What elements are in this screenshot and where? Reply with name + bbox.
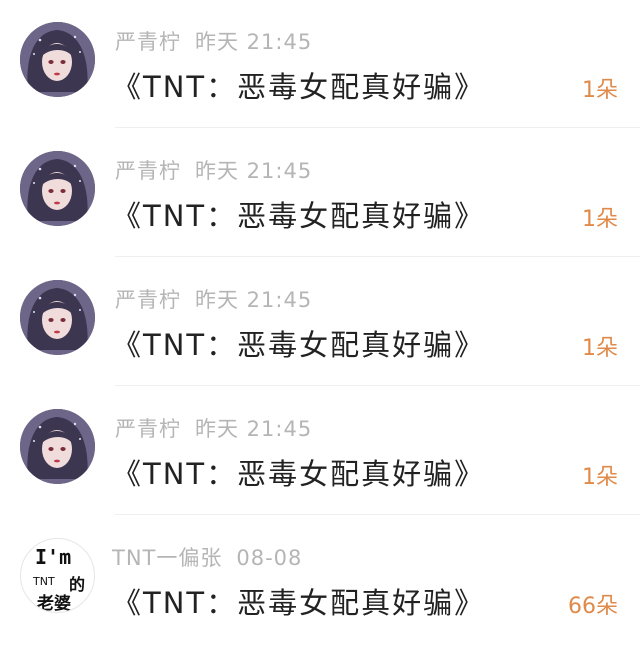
avatar[interactable] <box>20 409 95 484</box>
avatar[interactable]: I'm TNT 的 老婆 <box>20 538 95 613</box>
book-title[interactable]: 《TNT：恶毒女配真好骗》 <box>112 193 485 235</box>
list-item[interactable]: 严青柠 昨天 21:45 《TNT：恶毒女配真好骗》 1朵 <box>0 129 640 257</box>
user-name[interactable]: 严青柠 <box>115 30 181 54</box>
gift-count: 1朵 <box>582 78 618 103</box>
gift-count: 66朵 <box>568 594 618 619</box>
timestamp: 08-08 <box>236 546 303 570</box>
item-meta: 严青柠 昨天 21:45 <box>115 26 312 56</box>
user-name[interactable]: TNT一偏张 <box>112 546 222 570</box>
item-meta: 严青柠 昨天 21:45 <box>115 155 312 185</box>
avatar[interactable] <box>20 280 95 355</box>
book-title[interactable]: 《TNT：恶毒女配真好骗》 <box>112 580 485 622</box>
book-title[interactable]: 《TNT：恶毒女配真好骗》 <box>112 64 485 106</box>
book-title[interactable]: 《TNT：恶毒女配真好骗》 <box>112 451 485 493</box>
gift-count: 1朵 <box>582 336 618 361</box>
book-title[interactable]: 《TNT：恶毒女配真好骗》 <box>112 322 485 364</box>
timestamp: 昨天 21:45 <box>195 30 313 54</box>
user-name[interactable]: 严青柠 <box>115 288 181 312</box>
list-item[interactable]: 严青柠 昨天 21:45 《TNT：恶毒女配真好骗》 1朵 <box>0 0 640 128</box>
divider <box>115 514 640 515</box>
avatar-text-line2: TNT <box>33 575 55 588</box>
divider <box>115 256 640 257</box>
avatar[interactable] <box>20 22 95 97</box>
item-meta: 严青柠 昨天 21:45 <box>115 413 312 443</box>
timestamp: 昨天 21:45 <box>195 288 313 312</box>
gift-count: 1朵 <box>582 465 618 490</box>
avatar[interactable] <box>20 151 95 226</box>
item-meta: TNT一偏张 08-08 <box>112 542 302 572</box>
timestamp: 昨天 21:45 <box>195 417 313 441</box>
gift-record-list: 严青柠 昨天 21:45 《TNT：恶毒女配真好骗》 1朵 严青柠 昨天 21:… <box>0 0 640 646</box>
list-item[interactable]: 严青柠 昨天 21:45 《TNT：恶毒女配真好骗》 1朵 <box>0 387 640 515</box>
divider <box>115 385 640 386</box>
gift-count: 1朵 <box>582 207 618 232</box>
list-item[interactable]: 严青柠 昨天 21:45 《TNT：恶毒女配真好骗》 1朵 <box>0 258 640 386</box>
divider <box>115 127 640 128</box>
avatar-text-line3: 的 <box>69 575 86 594</box>
user-name[interactable]: 严青柠 <box>115 417 181 441</box>
item-meta: 严青柠 昨天 21:45 <box>115 284 312 314</box>
list-item[interactable]: I'm TNT 的 老婆 TNT一偏张 08-08 《TNT：恶毒女配真好骗》 6… <box>0 516 640 644</box>
user-name[interactable]: 严青柠 <box>115 159 181 183</box>
avatar-text-line1: I'm <box>35 545 72 569</box>
timestamp: 昨天 21:45 <box>195 159 313 183</box>
avatar-text-line4: 老婆 <box>37 594 71 613</box>
